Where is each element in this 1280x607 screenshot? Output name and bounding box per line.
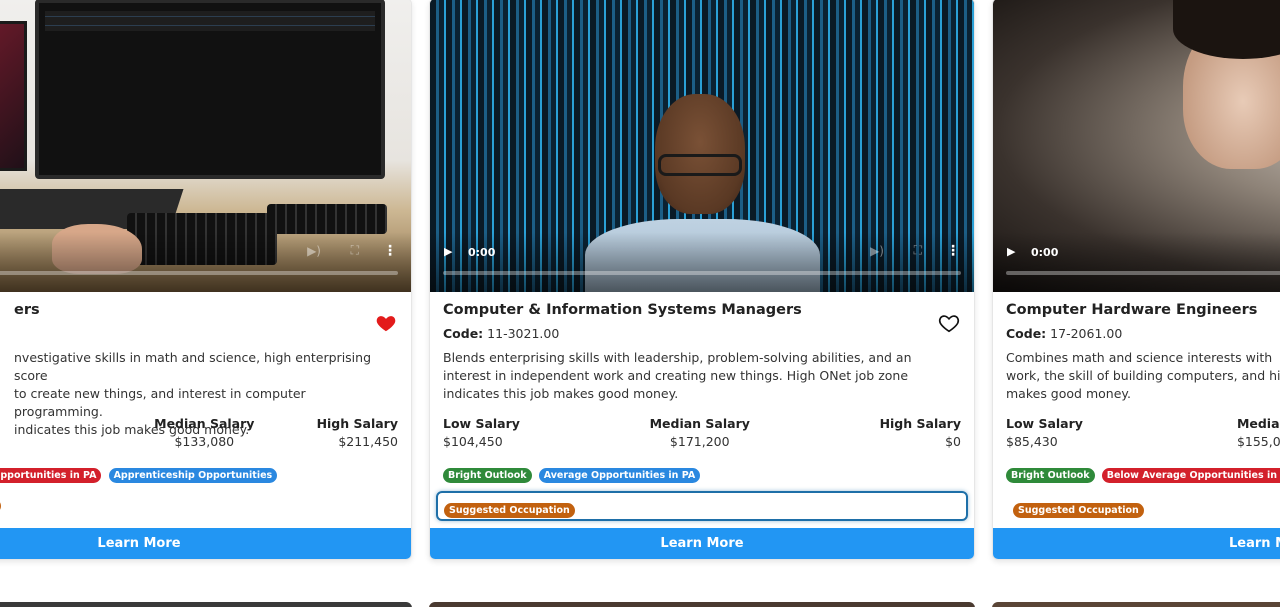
occupation-title: Computer & Information Systems Managers [443, 302, 802, 318]
description-line: work, the skill of building computers, a… [1006, 368, 1280, 383]
fullscreen-icon[interactable]: ⛶ [351, 243, 359, 258]
career-cards-viewport: ▶) ⛶ ⋮ ers nvestigative skills in math a… [0, 0, 1280, 607]
career-video[interactable]: ▶ 0:00 [993, 0, 1280, 292]
video-progress-track[interactable] [1006, 271, 1280, 275]
learn-more-button[interactable]: Learn More [430, 528, 974, 559]
career-card-computer-programmers: ▶) ⛶ ⋮ ers nvestigative skills in math a… [0, 0, 412, 560]
video-time: 0:00 [1031, 246, 1059, 259]
play-icon[interactable]: ▶ [444, 245, 452, 258]
volume-icon[interactable]: ▶) [870, 244, 884, 258]
occupation-description: nvestigative skills in math and science,… [0, 349, 398, 437]
occupation-title: Computer Hardware Engineers [1006, 302, 1258, 318]
outlook-badge: Bright Outlook [1006, 468, 1095, 483]
person-glasses [658, 154, 742, 176]
video-time: 0:00 [468, 246, 496, 259]
description-line: makes good money. [1006, 386, 1131, 401]
description-line: nvestigative skills in math and science,… [14, 350, 372, 383]
occupation-code: Code: 17-2061.00 [1006, 326, 1280, 346]
video-progress-track[interactable] [0, 271, 398, 275]
person-hair [1173, 0, 1280, 59]
badge-row: Average Opportunities in PA Apprenticesh… [0, 463, 398, 483]
code-value: 11-3021.00 [487, 326, 560, 341]
occupation-code: Code: 11-3021.00 [443, 326, 961, 346]
opportunity-badge: Average Opportunities in PA [0, 468, 102, 483]
career-card-information-systems-managers: ▶ 0:00 ▶) ⛶ ⋮ Computer & Information Sys… [429, 0, 975, 560]
monitor-with-code [35, 0, 385, 179]
heart-icon[interactable] [375, 312, 397, 334]
median-salary: Median Salary $171,200 [649, 416, 750, 449]
opportunity-badge: Below Average Opportunities in PA [1101, 468, 1280, 483]
description-line: Combines math and science interests with [1006, 350, 1273, 365]
play-icon[interactable]: ▶ [1007, 245, 1015, 258]
description-line: interest in independent work and creatin… [443, 368, 909, 383]
more-vert-icon[interactable]: ⋮ [946, 243, 960, 259]
suggested-row: Suggested Occupation [1006, 491, 1280, 521]
occupation-description: Combines math and science interests with… [1006, 349, 1280, 409]
career-video[interactable]: ▶ 0:00 ▶) ⛶ ⋮ [430, 0, 974, 292]
salary-row: Low Salary $85,430 Median S $155,02 [1006, 415, 1280, 455]
occupation-title: ers [14, 302, 40, 318]
median-salary: Median Salary $133,080 [154, 416, 255, 449]
code-label: Code: [1006, 326, 1047, 341]
high-salary: High Salary $211,450 [316, 416, 398, 449]
low-salary: Low Salary $104,450 [443, 416, 520, 449]
video-controls: ▶) ⛶ ⋮ [0, 232, 411, 292]
career-card-hardware-engineers: ▶ 0:00 Computer Hardware Engineers Code:… [992, 0, 1280, 560]
volume-icon[interactable]: ▶) [307, 244, 321, 258]
learn-more-button[interactable]: Learn M [993, 528, 1280, 559]
fullscreen-icon[interactable]: ⛶ [914, 243, 922, 258]
median-salary: Median S $155,02 [1236, 416, 1280, 449]
suggested-badge [0, 499, 1, 513]
occupation-code [0, 326, 398, 346]
next-row-card-top [0, 602, 412, 607]
side-monitor [0, 21, 27, 171]
opportunity-badge: Average Opportunities in PA [538, 468, 701, 483]
description-line: Blends enterprising skills with leadersh… [443, 350, 912, 365]
suggested-badge: Suggested Occupation [1013, 503, 1144, 518]
code-label: Code: [443, 326, 484, 341]
video-controls: ▶ 0:00 ▶) ⛶ ⋮ [430, 232, 974, 292]
next-row-card-top [429, 602, 975, 607]
suggested-badge: Suggested Occupation [444, 503, 575, 518]
badge-row: Bright Outlook Average Opportunities in … [443, 463, 961, 483]
code-value: 17-2061.00 [1050, 326, 1123, 341]
salary-row: Low Salary $104,450 Median Salary $171,2… [443, 415, 961, 455]
badge-row: Bright Outlook Below Average Opportuniti… [1006, 463, 1280, 483]
video-progress-track[interactable] [443, 271, 961, 275]
career-video[interactable]: ▶) ⛶ ⋮ [0, 0, 411, 292]
apprenticeship-badge: Apprenticeship Opportunities [108, 468, 278, 483]
more-vert-icon[interactable]: ⋮ [383, 243, 397, 259]
learn-more-button[interactable]: Learn More [0, 528, 411, 559]
suggested-occupation-field[interactable]: Suggested Occupation [436, 491, 968, 521]
heart-icon[interactable] [938, 312, 960, 334]
keyboard [267, 204, 387, 234]
description-line: indicates this job makes good money. [443, 386, 679, 401]
video-controls: ▶ 0:00 [993, 232, 1280, 292]
occupation-description: Blends enterprising skills with leadersh… [443, 349, 961, 409]
low-salary: Low Salary $85,430 [1006, 416, 1083, 449]
suggested-row [0, 491, 398, 521]
next-row-card-top [992, 602, 1280, 607]
outlook-badge: Bright Outlook [443, 468, 532, 483]
high-salary: High Salary $0 [879, 416, 961, 449]
